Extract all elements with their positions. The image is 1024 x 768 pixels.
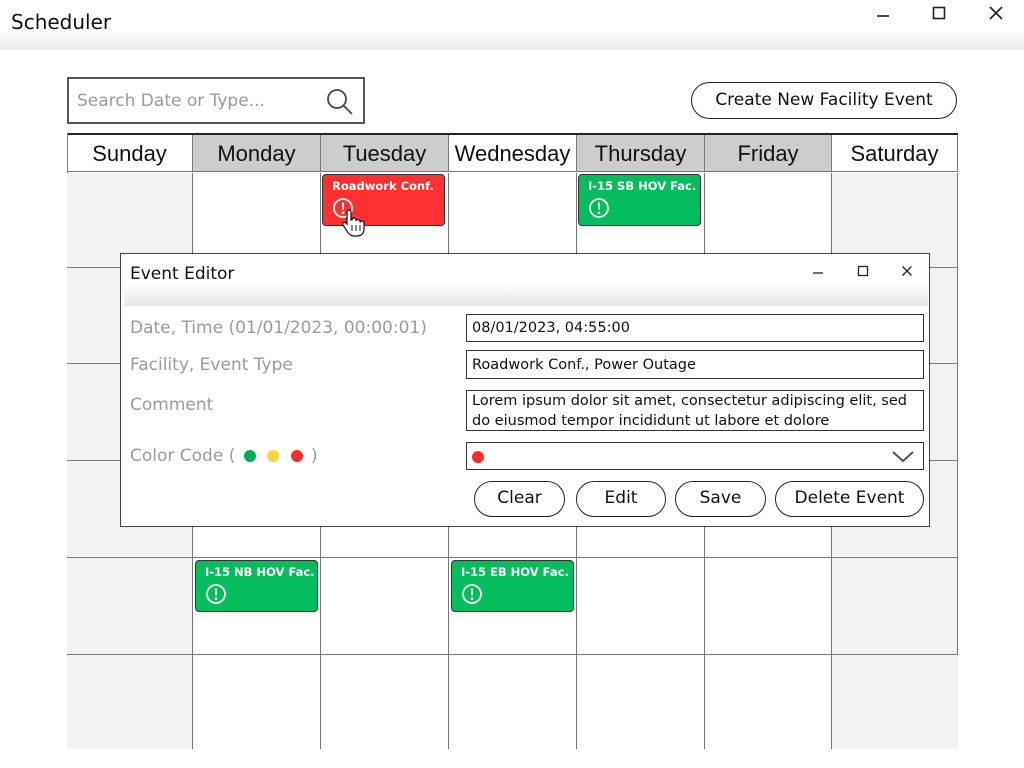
calendar-cell[interactable] (705, 558, 832, 655)
yellow-dot-icon (267, 450, 280, 462)
search-box (67, 77, 365, 124)
facility-event-type-field[interactable]: Roadwork Conf., Power Outage (466, 350, 924, 379)
event-label: Roadwork Conf. (332, 179, 434, 193)
clear-button[interactable]: Clear (474, 481, 565, 517)
maximize-button[interactable] (924, 2, 954, 24)
calendar-cell[interactable] (321, 655, 449, 749)
color-code-select[interactable] (466, 442, 924, 470)
day-header-tuesday: Tuesday (321, 135, 449, 172)
minimize-icon (877, 15, 889, 17)
color-code-label-prefix: Color Code ( (130, 446, 236, 466)
close-button[interactable] (981, 2, 1011, 24)
comment-field[interactable]: Lorem ipsum dolor sit amet, consectetur … (466, 390, 924, 431)
minimize-button[interactable] (868, 2, 898, 24)
create-event-button[interactable]: Create New Facility Event (691, 82, 957, 119)
date-time-label: Date, Time (01/01/2023, 00:00:01) (130, 318, 427, 338)
search-input[interactable] (77, 88, 317, 114)
color-code-label-suffix: ) (310, 446, 318, 466)
calendar-cell[interactable] (832, 558, 958, 655)
day-header-friday: Friday (705, 135, 832, 172)
minimize-icon (813, 272, 823, 274)
edit-button[interactable]: Edit (576, 481, 666, 517)
save-button[interactable]: Save (675, 481, 766, 517)
close-icon (902, 266, 912, 276)
calendar-cell[interactable] (67, 558, 193, 655)
dialog-maximize-button[interactable] (850, 260, 876, 282)
calendar-cell[interactable] (577, 558, 705, 655)
alert-icon (206, 584, 226, 604)
calendar-cell[interactable] (321, 558, 449, 655)
app-title: Scheduler (11, 10, 112, 34)
event-i15-eb-hov[interactable]: I-15 EB HOV Fac. (451, 560, 574, 612)
alert-icon (589, 198, 609, 218)
chevron-down-icon (892, 451, 914, 463)
calendar-cell[interactable] (449, 655, 577, 749)
day-header-thursday: Thursday (577, 135, 705, 172)
green-dot-icon (243, 450, 256, 462)
facility-event-type-label: Facility, Event Type (130, 355, 293, 375)
calendar-cell[interactable] (705, 655, 832, 749)
date-time-field[interactable]: 08/01/2023, 04:55:00 (466, 314, 924, 342)
close-icon (989, 6, 1003, 20)
color-code-label: Color Code ( ) (130, 446, 318, 466)
alert-icon (462, 584, 482, 604)
calendar-cell[interactable] (577, 655, 705, 749)
delete-event-button[interactable]: Delete Event (775, 481, 924, 517)
day-header-monday: Monday (193, 135, 321, 172)
calendar-cell[interactable] (832, 655, 958, 749)
maximize-icon (857, 265, 869, 277)
dialog-minimize-button[interactable] (805, 260, 831, 282)
pointer-hand-icon (342, 209, 365, 237)
event-editor-dialog: Event Editor Date, Time (01/01/2023, 00:… (120, 253, 930, 527)
day-header-wednesday: Wednesday (449, 135, 577, 172)
red-dot-icon (290, 450, 303, 462)
event-label: I-15 EB HOV Fac. (461, 565, 569, 579)
event-label: I-15 NB HOV Fac. (205, 565, 315, 579)
selected-color-dot-icon (472, 451, 484, 463)
window-titlebar: Scheduler (0, 0, 1024, 50)
day-header-saturday: Saturday (832, 135, 958, 172)
dialog-titlebar: Event Editor (124, 256, 928, 306)
comment-label: Comment (130, 395, 214, 415)
calendar-cell[interactable] (67, 655, 193, 749)
event-i15-nb-hov[interactable]: I-15 NB HOV Fac. (195, 560, 318, 612)
event-i15-sb-hov[interactable]: I-15 SB HOV Fac. (578, 174, 701, 226)
day-header-sunday: Sunday (67, 135, 193, 172)
calendar-cell[interactable] (193, 655, 321, 749)
event-label: I-15 SB HOV Fac. (588, 179, 697, 193)
maximize-icon (932, 6, 946, 20)
search-icon[interactable] (325, 87, 355, 117)
dialog-title: Event Editor (130, 264, 235, 284)
dialog-close-button[interactable] (894, 260, 920, 282)
event-roadwork-conf[interactable]: Roadwork Conf. (322, 174, 445, 237)
